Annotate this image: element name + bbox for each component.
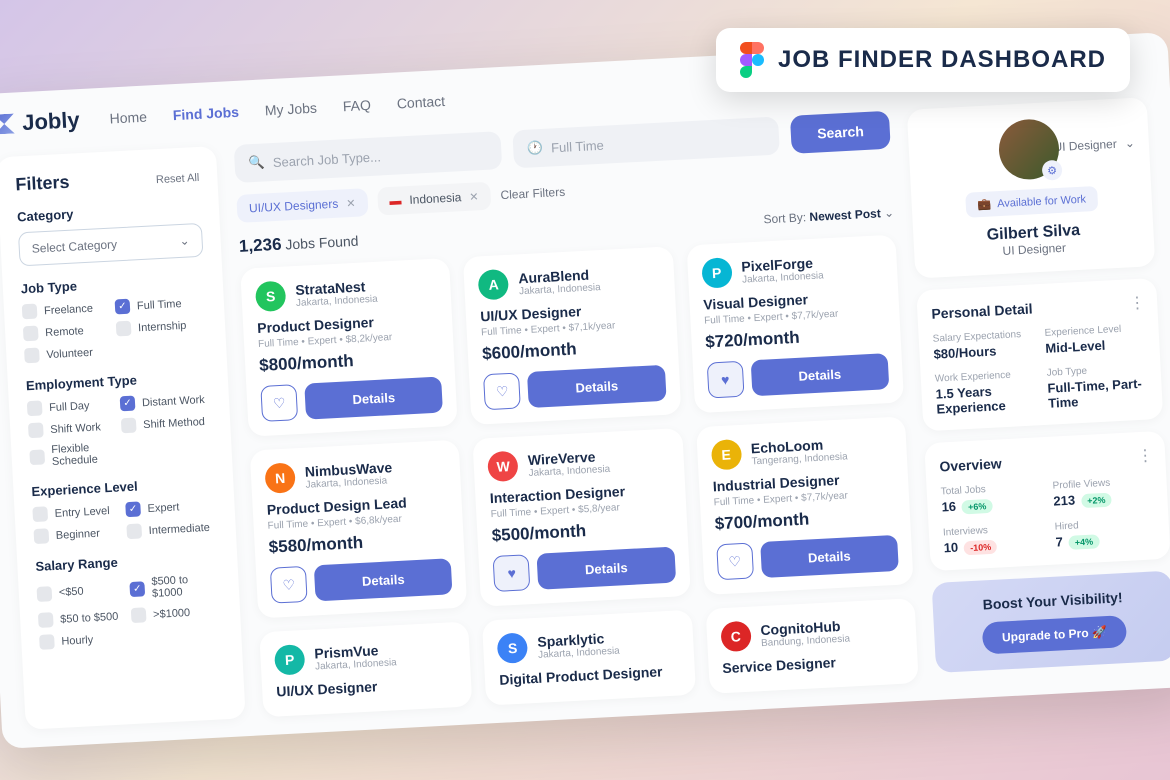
nav-item-find-jobs[interactable]: Find Jobs [172, 103, 239, 122]
company-logo: S [255, 280, 287, 312]
overview-panel: Overview⋮ Total Jobs16+6% Profile Views2… [924, 430, 1170, 570]
company-logo: W [487, 450, 519, 482]
more-icon[interactable]: ⋮ [1129, 292, 1144, 313]
promo-banner: JOB FINDER DASHBOARD [716, 28, 1130, 92]
details-button[interactable]: Details [760, 534, 899, 577]
checkbox-full-time[interactable]: ✓Full Time [115, 294, 207, 314]
gear-icon[interactable]: ⚙ [1042, 159, 1063, 180]
briefcase-icon: 💼 [977, 197, 991, 211]
checkbox-shift-work[interactable]: Shift Work [28, 418, 120, 438]
more-icon[interactable]: ⋮ [1137, 445, 1152, 466]
checkbox-internship[interactable]: Internship [116, 316, 208, 336]
details-button[interactable]: Details [314, 558, 453, 601]
company-logo: P [701, 257, 733, 289]
profile-column: ⚙ 💼Available for Work Gilbert Silva UI D… [907, 97, 1170, 682]
filter-tag[interactable]: ▬Indonesia✕ [377, 181, 492, 215]
details-button[interactable]: Details [304, 376, 443, 419]
checkbox-remote[interactable]: Remote [23, 321, 115, 341]
checkbox--50-to--500[interactable]: $50 to $500 [38, 608, 130, 628]
app-window: Jobly HomeFind JobsMy JobsFAQContact UI … [0, 32, 1170, 749]
profile-avatar[interactable]: ⚙ [997, 117, 1060, 180]
category-label: Category [17, 199, 202, 224]
search-icon: 🔍 [248, 154, 265, 171]
job-title: UI/UX Designer [276, 674, 458, 699]
checkbox-entry-level[interactable]: Entry Level [32, 502, 124, 522]
boost-card: Boost Your Visibility! Upgrade to Pro 🚀 [932, 570, 1170, 672]
checkbox-freelance[interactable]: Freelance [22, 299, 114, 319]
time-select[interactable]: 🕐Full Time [512, 116, 780, 168]
job-card: EEchoLoomTangerang, IndonesiaIndustrial … [696, 416, 914, 595]
chevron-down-icon: ⌄ [1124, 135, 1135, 150]
search-button[interactable]: Search [790, 110, 891, 153]
checkbox-shift-method[interactable]: Shift Method [121, 413, 213, 433]
clock-icon: 🕐 [527, 139, 544, 156]
job-card: CCognitoHubBandung, IndonesiaService Des… [705, 598, 918, 694]
category-select[interactable]: Select Category ⌄ [18, 222, 204, 266]
chevron-down-icon: ⌄ [179, 233, 190, 248]
checkbox-expert[interactable]: ✓Expert [125, 497, 217, 517]
profile-card: ⚙ 💼Available for Work Gilbert Silva UI D… [907, 97, 1156, 278]
company-logo: N [264, 462, 296, 494]
flag-icon: ▬ [389, 193, 402, 208]
favorite-button[interactable]: ♡ [716, 542, 754, 580]
main-content: 🔍Search Job Type... 🕐Full Time Search UI… [234, 110, 919, 717]
favorite-button[interactable]: ♡ [270, 565, 308, 603]
reset-all-link[interactable]: Reset All [156, 171, 200, 185]
details-button[interactable]: Details [537, 546, 676, 589]
favorite-button[interactable]: ♥ [706, 360, 744, 398]
job-card: SSparklyticJakarta, IndonesiaDigital Pro… [482, 609, 695, 705]
close-icon[interactable]: ✕ [469, 189, 479, 202]
sort-select[interactable]: Sort By: Newest Post ⌄ [763, 205, 894, 226]
favorite-button[interactable]: ♥ [493, 554, 531, 592]
availability-badge: 💼Available for Work [965, 185, 1099, 217]
company-logo: C [720, 620, 752, 652]
favorite-button[interactable]: ♡ [260, 384, 298, 422]
checkbox--500-to--1000[interactable]: ✓$500 to $1000 [129, 572, 221, 601]
details-button[interactable]: Details [527, 364, 666, 407]
checkbox-beginner[interactable]: Beginner [33, 524, 125, 544]
job-card: WWireVerveJakarta, IndonesiaInteraction … [473, 427, 691, 606]
nav-item-faq[interactable]: FAQ [342, 96, 371, 113]
checkbox-intermediate[interactable]: Intermediate [126, 519, 218, 539]
favorite-button[interactable]: ♡ [483, 372, 521, 410]
company-logo: S [497, 632, 529, 664]
upgrade-button[interactable]: Upgrade to Pro 🚀 [981, 614, 1127, 654]
nav-item-contact[interactable]: Contact [396, 92, 445, 111]
job-title: Digital Product Designer [499, 662, 681, 687]
checkbox-full-day[interactable]: Full Day [27, 396, 119, 416]
filters-title: Filters [15, 171, 70, 195]
filters-sidebar: Filters Reset All Category Select Catego… [0, 145, 246, 729]
job-card: PPrismVueJakarta, IndonesiaUI/UX Designe… [259, 621, 472, 717]
job-card: AAuraBlendJakarta, IndonesiaUI/UX Design… [463, 246, 681, 425]
personal-detail-panel: Personal Detail⋮ Salary Expectations$80/… [916, 277, 1163, 430]
search-input[interactable]: 🔍Search Job Type... [234, 131, 502, 183]
figma-icon [740, 42, 764, 78]
checkbox---50[interactable]: <$50 [36, 577, 128, 606]
company-logo: A [478, 268, 510, 300]
clear-filters-link[interactable]: Clear Filters [500, 184, 565, 201]
job-card: PPixelForgeJakarta, IndonesiaVisual Desi… [686, 234, 904, 413]
filter-tag[interactable]: UI/UX Designers✕ [236, 188, 368, 223]
checkbox---1000[interactable]: >$1000 [131, 603, 223, 623]
checkbox-volunteer[interactable]: Volunteer [24, 343, 116, 363]
company-logo: P [274, 644, 306, 676]
logo[interactable]: Jobly [0, 107, 80, 137]
checkbox-distant-work[interactable]: ✓Distant Work [120, 391, 212, 411]
results-count: 1,236 Jobs Found [238, 230, 358, 256]
job-card: SStrataNestJakarta, IndonesiaProduct Des… [240, 257, 458, 436]
logo-icon [0, 113, 15, 134]
nav-item-home[interactable]: Home [109, 108, 147, 126]
checkbox-hourly[interactable]: Hourly [39, 630, 131, 650]
nav-item-my-jobs[interactable]: My Jobs [264, 99, 317, 118]
details-button[interactable]: Details [750, 353, 889, 396]
checkbox-flexible-schedule[interactable]: Flexible Schedule [29, 440, 121, 469]
job-title: Service Designer [722, 650, 904, 675]
job-card: NNimbusWaveJakarta, IndonesiaProduct Des… [250, 439, 468, 618]
banner-title: JOB FINDER DASHBOARD [778, 46, 1106, 74]
company-logo: E [710, 438, 742, 470]
close-icon[interactable]: ✕ [346, 196, 356, 209]
